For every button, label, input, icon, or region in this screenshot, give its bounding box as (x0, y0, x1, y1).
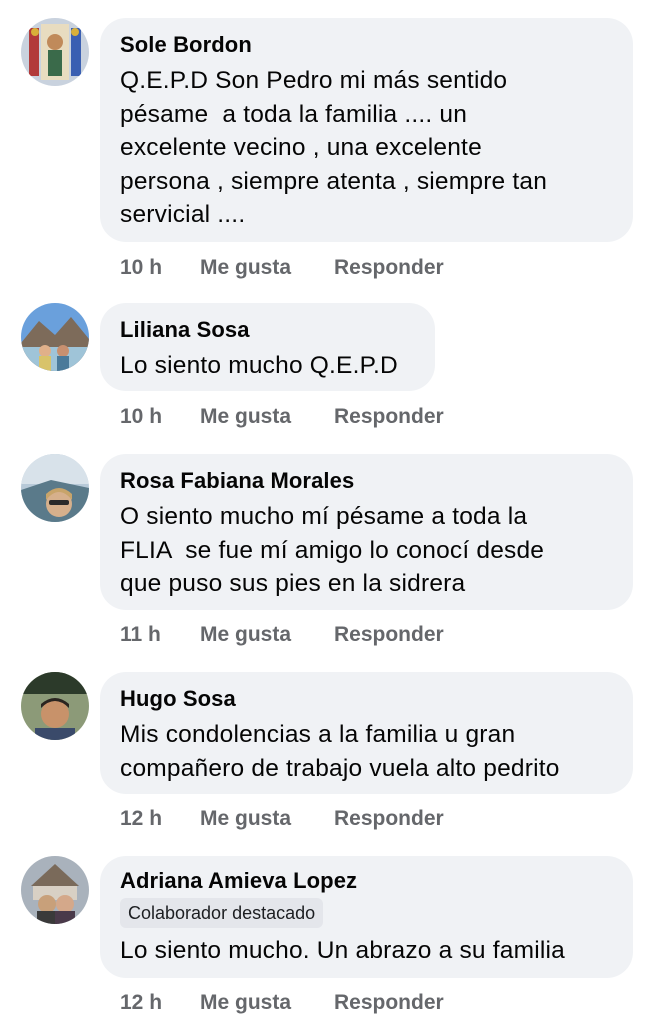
like-button[interactable]: Me gusta (200, 623, 291, 647)
like-button[interactable]: Me gusta (200, 807, 291, 831)
comment-bubble: Rosa Fabiana Morales O siento mucho mí p… (100, 454, 633, 610)
comment-text: Lo siento mucho Q.E.P.D (120, 352, 398, 379)
reply-button[interactable]: Responder (334, 807, 444, 831)
avatar[interactable] (21, 856, 89, 924)
comment-bubble: Liliana Sosa Lo siento mucho Q.E.P.D (100, 303, 435, 391)
comment-author[interactable]: Sole Bordon (120, 32, 613, 58)
avatar-image (21, 856, 89, 924)
avatar-image (21, 454, 89, 522)
reply-button[interactable]: Responder (334, 405, 444, 429)
like-button[interactable]: Me gusta (200, 256, 291, 280)
comment-text: Mis condolencias a la familia u gran com… (120, 721, 560, 782)
comment-text: O siento mucho mí pésame a toda la FLIA … (120, 503, 545, 597)
comment-timestamp[interactable]: 12 h (120, 991, 162, 1015)
avatar[interactable] (21, 18, 89, 86)
comment-text: Q.E.P.D Son Pedro mi más sentido pésame … (120, 67, 548, 228)
comment-bubble: Adriana Amieva Lopez Colaborador destaca… (100, 856, 633, 978)
avatar[interactable] (21, 454, 89, 522)
comment-author[interactable]: Hugo Sosa (120, 686, 613, 712)
avatar[interactable] (21, 672, 89, 740)
comment-timestamp[interactable]: 12 h (120, 807, 162, 831)
comment-author[interactable]: Adriana Amieva Lopez (120, 868, 613, 894)
avatar-image (21, 672, 89, 740)
comment-timestamp[interactable]: 10 h (120, 405, 162, 429)
comment-bubble: Sole Bordon Q.E.P.D Son Pedro mi más sen… (100, 18, 633, 242)
reply-button[interactable]: Responder (334, 623, 444, 647)
comment-author[interactable]: Rosa Fabiana Morales (120, 468, 613, 494)
like-button[interactable]: Me gusta (200, 991, 291, 1015)
avatar[interactable] (21, 303, 89, 371)
comment-timestamp[interactable]: 11 h (120, 623, 161, 647)
comment-timestamp[interactable]: 10 h (120, 256, 162, 280)
reply-button[interactable]: Responder (334, 991, 444, 1015)
comment-text: Lo siento mucho. Un abrazo a su familia (120, 937, 565, 964)
comment-author[interactable]: Liliana Sosa (120, 317, 415, 343)
like-button[interactable]: Me gusta (200, 405, 291, 429)
top-contributor-badge[interactable]: Colaborador destacado (120, 898, 324, 928)
reply-button[interactable]: Responder (334, 256, 444, 280)
avatar-image (21, 18, 89, 86)
comment-bubble: Hugo Sosa Mis condolencias a la familia … (100, 672, 633, 794)
avatar-image (21, 303, 89, 371)
